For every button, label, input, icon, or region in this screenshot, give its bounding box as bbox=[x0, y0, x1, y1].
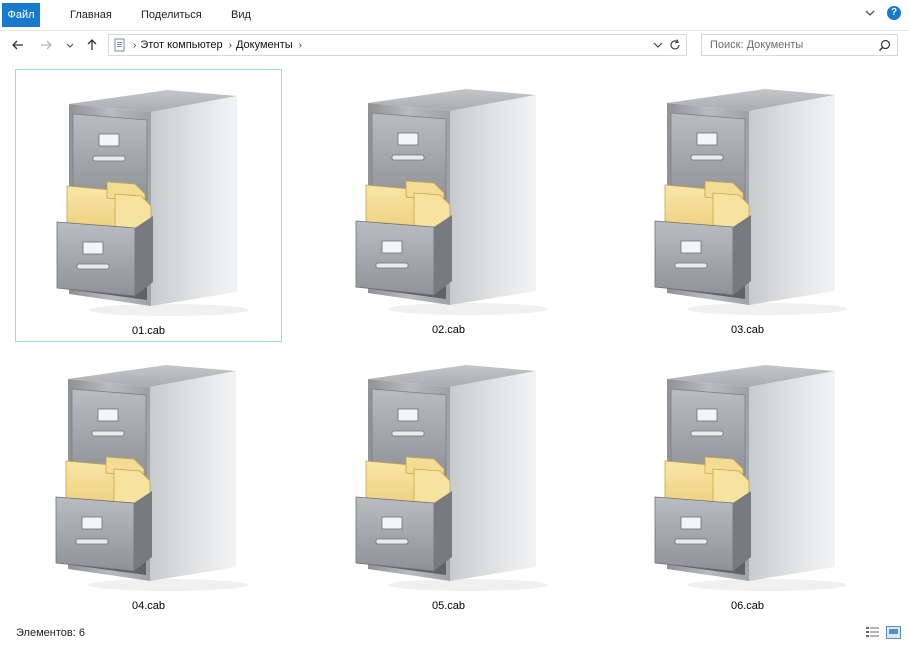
file-cabinet-icon bbox=[654, 364, 847, 592]
up-arrow-icon bbox=[87, 39, 97, 50]
search-input[interactable] bbox=[708, 38, 872, 52]
large-icons-view-icon[interactable] bbox=[886, 626, 901, 639]
breadcrumb-this-pc[interactable]: Этот компьютер bbox=[140, 39, 222, 51]
file-item-06[interactable]: 06.cab bbox=[614, 345, 881, 618]
recent-locations-button[interactable] bbox=[62, 37, 78, 53]
forward-arrow-icon bbox=[41, 40, 52, 50]
file-item-02[interactable]: 02.cab bbox=[315, 69, 582, 342]
tab-share[interactable]: Поделиться bbox=[131, 4, 212, 26]
file-name: 03.cab bbox=[730, 324, 765, 336]
status-bar: Элементов: 6 bbox=[0, 621, 909, 645]
up-button[interactable] bbox=[84, 37, 100, 53]
chevron-down-icon bbox=[66, 43, 74, 48]
navigation-bar: › Этот компьютер › Документы › bbox=[0, 31, 909, 59]
address-bar[interactable]: › Этот компьютер › Документы › bbox=[108, 34, 687, 56]
ribbon-expand-chevron-icon[interactable] bbox=[863, 6, 877, 20]
back-arrow-icon bbox=[12, 40, 23, 50]
breadcrumb-documents[interactable]: Документы bbox=[236, 39, 293, 51]
tab-view[interactable]: Вид bbox=[221, 4, 261, 26]
file-cabinet-icon bbox=[654, 88, 847, 316]
file-cabinet-icon bbox=[355, 364, 548, 592]
file-name: 02.cab bbox=[431, 324, 466, 336]
file-item-01[interactable]: 01.cab bbox=[15, 69, 282, 342]
breadcrumb-separator[interactable]: › bbox=[229, 40, 232, 51]
file-item-03[interactable]: 03.cab bbox=[614, 69, 881, 342]
file-cabinet-icon bbox=[56, 89, 249, 317]
search-box[interactable] bbox=[701, 34, 898, 56]
file-name: 01.cab bbox=[131, 325, 166, 337]
tab-file[interactable]: Файл bbox=[2, 3, 40, 27]
file-item-05[interactable]: 05.cab bbox=[315, 345, 582, 618]
file-name: 06.cab bbox=[730, 600, 765, 612]
help-icon[interactable]: ? bbox=[887, 6, 901, 20]
file-name: 04.cab bbox=[131, 600, 166, 612]
refresh-icon[interactable] bbox=[668, 38, 682, 52]
file-cabinet-icon bbox=[55, 364, 248, 592]
documents-location-icon bbox=[114, 38, 125, 52]
file-name: 05.cab bbox=[431, 600, 466, 612]
file-list-view: 01.cab 02.cab 03.cab 04.cab 05.cab 06.ca… bbox=[0, 60, 909, 620]
ribbon: Файл Главная Поделиться Вид ? bbox=[0, 0, 909, 31]
file-item-04[interactable]: 04.cab bbox=[15, 345, 282, 618]
details-view-icon[interactable] bbox=[865, 626, 880, 639]
breadcrumb-separator[interactable]: › bbox=[133, 40, 136, 51]
back-button[interactable] bbox=[10, 37, 26, 53]
tab-home[interactable]: Главная bbox=[60, 4, 122, 26]
address-history-chevron-icon[interactable] bbox=[652, 39, 664, 51]
breadcrumb-separator[interactable]: › bbox=[299, 40, 302, 51]
item-count: Элементов: 6 bbox=[16, 627, 85, 639]
search-icon[interactable] bbox=[878, 39, 891, 52]
forward-button[interactable] bbox=[38, 37, 54, 53]
file-cabinet-icon bbox=[355, 88, 548, 316]
